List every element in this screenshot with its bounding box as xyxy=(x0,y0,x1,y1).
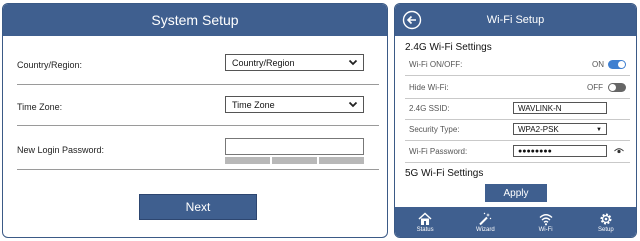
divider xyxy=(405,140,630,141)
divider xyxy=(17,125,379,126)
magic-wand-icon xyxy=(479,212,492,225)
new-login-password-input[interactable] xyxy=(225,138,364,155)
nav-wizard[interactable]: Wizard xyxy=(461,212,509,233)
divider xyxy=(405,98,630,99)
wifi-setup-panel: Wi-Fi Setup 2.4G Wi-Fi Settings Wi-Fi ON… xyxy=(394,3,637,238)
divider xyxy=(405,119,630,120)
wifi-onoff-label: Wi-Fi ON/OFF: xyxy=(409,60,463,69)
security-type-select[interactable]: WPA2-PSK ▼ xyxy=(513,123,607,135)
nav-setup[interactable]: Setup xyxy=(582,212,630,233)
wifi-password-input[interactable]: ●●●●●●●● xyxy=(513,145,607,157)
next-button[interactable]: Next xyxy=(139,194,257,220)
new-login-password-label: New Login Password: xyxy=(17,145,105,155)
ssid-value: WAVLINK-N xyxy=(518,103,562,113)
hide-wifi-state: OFF xyxy=(587,83,603,92)
password-strength-bar-strong xyxy=(319,157,364,164)
divider xyxy=(17,169,379,170)
chevron-down-icon xyxy=(348,59,358,66)
time-zone-label: Time Zone: xyxy=(17,102,63,112)
country-region-label: Country/Region: xyxy=(17,60,83,70)
wifi-onoff-state: ON xyxy=(592,60,604,69)
hide-wifi-toggle[interactable] xyxy=(608,83,626,92)
back-arrow-icon[interactable] xyxy=(402,10,422,30)
nav-wifi[interactable]: Wi-Fi xyxy=(522,212,570,233)
wifi-password-value: ●●●●●●●● xyxy=(518,147,552,155)
nav-status-label: Status xyxy=(416,226,434,233)
ssid-input[interactable]: WAVLINK-N xyxy=(513,102,607,114)
section-5g-title[interactable]: 5G Wi-Fi Settings xyxy=(405,168,483,179)
home-icon xyxy=(418,211,432,225)
wifi-setup-title: Wi-Fi Setup xyxy=(486,14,545,26)
time-zone-select[interactable]: Time Zone xyxy=(225,96,364,113)
wifi-icon xyxy=(539,213,553,225)
eye-icon[interactable] xyxy=(614,147,624,155)
nav-status[interactable]: Status xyxy=(401,211,449,233)
password-strength-bar-medium xyxy=(272,157,317,164)
security-type-label: Security Type: xyxy=(409,125,460,134)
chevron-down-icon xyxy=(348,101,358,108)
apply-button[interactable]: Apply xyxy=(485,184,547,202)
wifi-password-label: Wi-Fi Password: xyxy=(409,147,468,156)
nav-wifi-label: Wi-Fi xyxy=(538,226,553,233)
section-24g-title: 2.4G Wi-Fi Settings xyxy=(405,42,492,53)
country-region-value: Country/Region xyxy=(232,57,295,68)
time-zone-value: Time Zone xyxy=(232,99,275,110)
bottom-nav: Status Wizard Wi-Fi Setup xyxy=(395,207,636,237)
country-region-select[interactable]: Country/Region xyxy=(225,54,364,71)
dropdown-triangle-icon: ▼ xyxy=(596,127,602,133)
nav-wizard-label: Wizard xyxy=(476,226,495,233)
nav-setup-label: Setup xyxy=(598,226,614,233)
divider xyxy=(405,75,630,76)
divider xyxy=(405,162,630,163)
system-setup-title: System Setup xyxy=(3,4,387,36)
wifi-onoff-toggle[interactable] xyxy=(608,60,626,69)
divider xyxy=(17,84,379,85)
password-strength-bar-weak xyxy=(225,157,270,164)
wifi-setup-header: Wi-Fi Setup xyxy=(395,4,636,36)
system-setup-panel: System Setup Country/Region: Country/Reg… xyxy=(2,3,388,238)
ssid-label: 2.4G SSID: xyxy=(409,104,450,113)
hide-wifi-label: Hide Wi-Fi: xyxy=(409,83,449,92)
security-type-value: WPA2-PSK xyxy=(518,124,559,134)
gear-icon xyxy=(600,213,612,224)
